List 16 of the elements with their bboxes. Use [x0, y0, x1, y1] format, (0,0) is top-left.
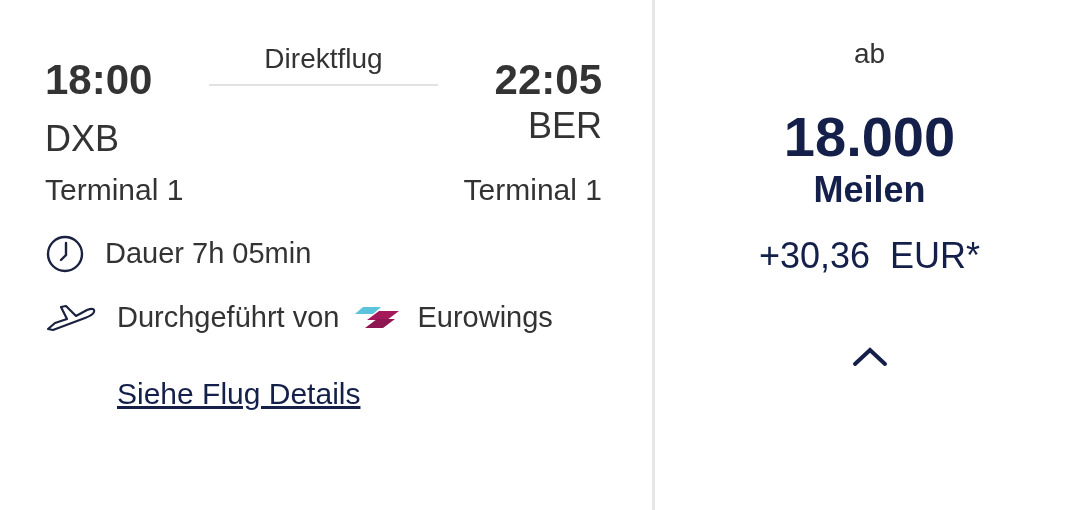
arrival-time: 22:05	[494, 57, 602, 104]
airline-name: Eurowings	[417, 299, 553, 335]
price-prefix: ab	[853, 38, 886, 70]
operator-label: Durchgeführt von	[117, 299, 340, 335]
miles-amount: 18.000	[783, 106, 956, 168]
departure-terminal: Terminal 1	[45, 172, 184, 206]
arrival-terminal: Terminal 1	[463, 172, 602, 206]
flight-type: Direktflug	[264, 42, 383, 76]
departure-time: 18:00	[45, 57, 154, 104]
surcharge-amount: +30,36 EUR*	[758, 234, 981, 277]
miles-unit: Meilen	[813, 167, 926, 211]
departure-airport: DXB	[45, 119, 121, 159]
flight-details-link[interactable]: Siehe Flug Details	[117, 376, 361, 411]
duration-text: Dauer 7h 05min	[105, 236, 312, 272]
arrival-airport: BER	[527, 106, 602, 146]
clock-icon	[45, 233, 85, 274]
